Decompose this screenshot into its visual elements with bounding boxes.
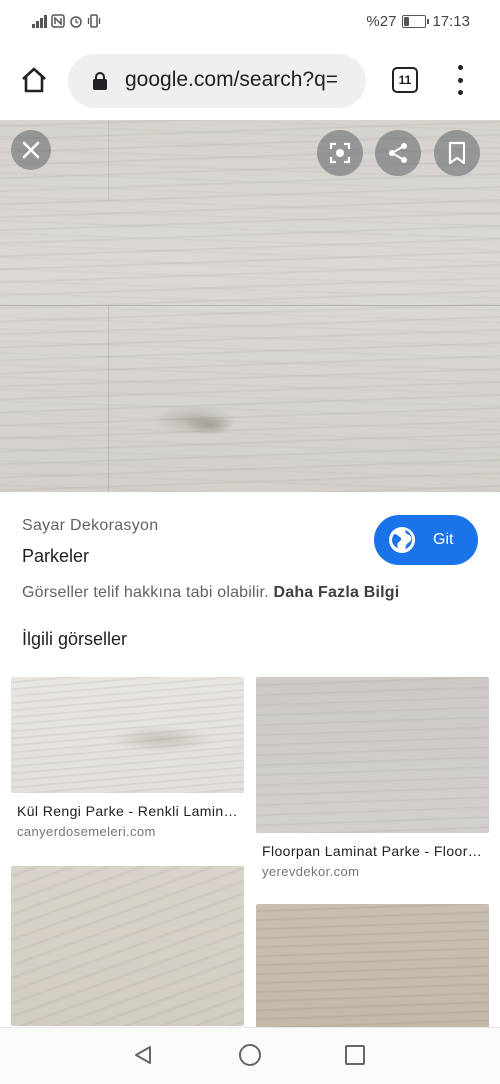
bookmark-icon xyxy=(448,141,466,165)
address-bar[interactable]: google.com/search?q= xyxy=(68,54,366,108)
back-triangle-icon xyxy=(135,1046,151,1064)
related-title[interactable]: Floorpan Laminat Parke - Floorpan xyxy=(262,843,484,859)
result-title[interactable]: Parkeler xyxy=(22,546,89,567)
home-icon xyxy=(22,67,46,93)
copyright-text: Görseller telif hakkına tabi olabilir. xyxy=(22,584,269,601)
related-site: canyerdosemeleri.com xyxy=(17,824,156,839)
related-card[interactable]: Floorpan Laminat Parke - Floorpan yerevd… xyxy=(256,677,489,879)
result-info: Sayar Dekorasyon Parkeler Git Görseller … xyxy=(0,492,500,662)
home-nav-button[interactable] xyxy=(237,1042,263,1068)
status-icons-right: %27 17:13 xyxy=(366,11,470,31)
clock: 17:13 xyxy=(432,12,470,30)
bookmark-button[interactable] xyxy=(434,130,480,176)
url-text[interactable]: google.com/search?q= xyxy=(125,68,360,92)
share-icon xyxy=(389,143,407,163)
related-card[interactable] xyxy=(256,904,489,1028)
close-button[interactable] xyxy=(11,130,51,170)
more-vert-icon[interactable] xyxy=(450,65,470,95)
lens-button[interactable] xyxy=(317,130,363,176)
visit-button[interactable]: Git xyxy=(374,515,478,565)
copyright-notice: Görseller telif hakkına tabi olabilir. D… xyxy=(22,584,399,602)
signal-icon xyxy=(32,14,47,28)
battery-percent: %27 xyxy=(366,12,397,30)
browser-toolbar: google.com/search?q= 11 xyxy=(0,40,500,120)
home-button[interactable] xyxy=(14,60,54,100)
lock-icon xyxy=(93,72,107,90)
globe-icon xyxy=(389,527,415,553)
related-site: yerevdekor.com xyxy=(262,864,360,879)
source-name[interactable]: Sayar Dekorasyon xyxy=(22,517,158,535)
related-card[interactable] xyxy=(11,866,244,1026)
system-nav-bar xyxy=(0,1027,500,1084)
tab-count: 11 xyxy=(392,67,418,93)
vibrate-icon xyxy=(87,14,101,28)
preview-image[interactable] xyxy=(0,120,500,492)
close-icon xyxy=(22,141,40,159)
visit-label: Git xyxy=(433,531,454,548)
related-card[interactable]: Kül Rengi Parke - Renkli Laminat Parke c… xyxy=(11,677,244,839)
related-heading: İlgili görseller xyxy=(22,629,128,649)
home-circle-icon xyxy=(239,1044,261,1066)
nfc-icon xyxy=(51,14,65,28)
battery-icon xyxy=(402,14,430,28)
related-title[interactable]: Kül Rengi Parke - Renkli Laminat Parke xyxy=(17,803,239,819)
share-button[interactable] xyxy=(375,130,421,176)
tab-switcher-button[interactable]: 11 xyxy=(392,67,418,93)
lens-icon xyxy=(329,142,351,164)
status-bar: %27 17:13 xyxy=(0,0,500,40)
recents-square-icon xyxy=(345,1045,365,1065)
related-thumbnail[interactable] xyxy=(256,904,489,1028)
related-thumbnail[interactable] xyxy=(256,677,489,833)
related-thumbnail[interactable] xyxy=(11,866,244,1026)
back-button[interactable] xyxy=(130,1042,156,1068)
related-thumbnail[interactable] xyxy=(11,677,244,793)
alarm-icon xyxy=(70,16,82,28)
recents-button[interactable] xyxy=(342,1042,368,1068)
status-icons-left xyxy=(32,11,101,31)
more-info-link[interactable]: Daha Fazla Bilgi xyxy=(273,584,399,601)
